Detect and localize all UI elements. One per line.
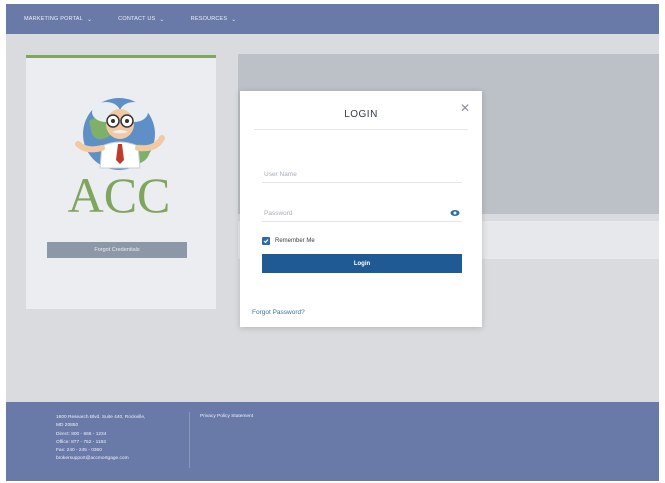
login-modal: LOGIN ✕ Remember Me Login Forgot Passwor… [240, 91, 482, 327]
login-button[interactable]: Login [262, 254, 462, 273]
footer-address: 1600 Research Blvd. Suite 440, Rockville… [56, 414, 145, 464]
nav-marketing-portal-label: MARKETING PORTAL [24, 16, 83, 22]
address-line: Fax: 240 - 245 - 0360 [56, 448, 102, 454]
privacy-policy-link[interactable]: Privacy Policy Statement [200, 414, 253, 419]
modal-divider [254, 129, 468, 130]
top-navigation: MARKETING PORTAL ⌄ CONTACT US ⌄ RESOURCE… [6, 4, 659, 34]
chevron-down-icon: ⌄ [159, 16, 165, 23]
address-line: MD 20850 [56, 423, 79, 429]
modal-title: LOGIN [344, 109, 378, 120]
footer-divider [189, 412, 190, 468]
support-email[interactable]: brokersupport@accmortgage.com [56, 455, 145, 463]
remember-me-label: Remember Me [275, 238, 315, 244]
eye-icon[interactable] [450, 209, 460, 217]
username-input[interactable] [262, 167, 462, 183]
page-frame: MARKETING PORTAL ⌄ CONTACT US ⌄ RESOURCE… [6, 4, 659, 481]
nav-contact-us-label: CONTACT US [118, 16, 156, 22]
acc-logo-text: ACC [68, 168, 171, 223]
nav-marketing-portal[interactable]: MARKETING PORTAL ⌄ [24, 16, 92, 23]
chevron-down-icon: ⌄ [231, 16, 237, 23]
checkbox-checked-icon[interactable] [262, 237, 270, 245]
footer: 1600 Research Blvd. Suite 440, Rockville… [6, 402, 659, 481]
remember-me-checkbox[interactable]: Remember Me [262, 237, 315, 245]
address-line: 1600 Research Blvd. Suite 440, Rockville… [56, 415, 146, 420]
forgot-credentials-button[interactable]: Forgot Credentials [47, 242, 187, 258]
nav-contact-us[interactable]: CONTACT US ⌄ [118, 16, 164, 23]
chevron-down-icon: ⌄ [86, 16, 93, 23]
close-icon[interactable]: ✕ [458, 101, 472, 115]
address-line: Direct: 800 - 666 - 1234 [56, 431, 107, 437]
address-line: Office: 877 - 752 - 1193 [56, 439, 106, 445]
nav-resources[interactable]: RESOURCES ⌄ [191, 16, 237, 23]
nav-resources-label: RESOURCES [190, 16, 228, 22]
password-input[interactable] [262, 206, 462, 222]
logo-wordmark: ACC [68, 168, 171, 223]
logo-card: ACC Forgot Credentials [26, 55, 216, 309]
forgot-password-link[interactable]: Forgot Password? [252, 309, 305, 316]
company-logo: ACC [44, 86, 194, 226]
